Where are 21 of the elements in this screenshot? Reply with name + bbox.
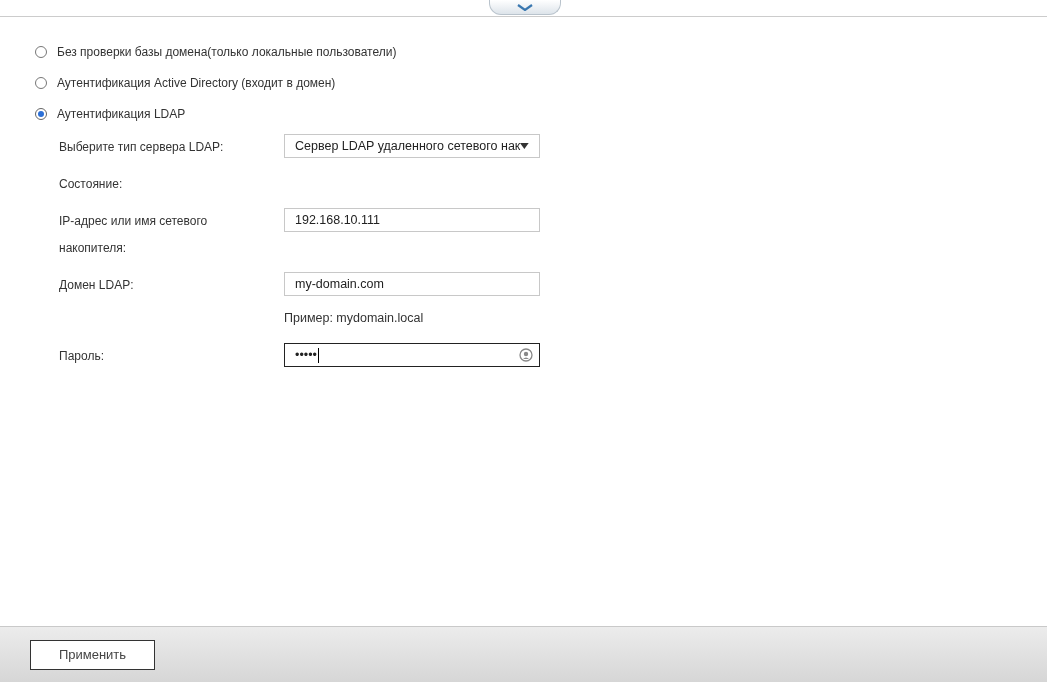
field-label: Пароль: (59, 348, 104, 365)
field-label: IP-адрес или имя сетевого накопителя: (59, 213, 209, 257)
server-type-dropdown[interactable]: Сервер LDAP удаленного сетевого нак (284, 134, 540, 158)
radio-label[interactable]: Без проверки базы домена(только локальные пользователи) (57, 45, 397, 59)
field-label: Состояние: (59, 176, 123, 193)
radio-button[interactable] (35, 46, 47, 58)
radio-button[interactable] (35, 108, 47, 120)
radio-label[interactable]: Аутентификация Active Directory (входит в домен) (57, 76, 336, 90)
password-field[interactable]: ••••• (284, 343, 540, 367)
field-label: Выберите тип сервера LDAP: (59, 139, 224, 156)
radio-label[interactable]: Аутентификация LDAP (57, 107, 186, 121)
collapse-tab[interactable] (488, 0, 561, 15)
hint-text: Пример: mydomain.local (284, 310, 424, 325)
caret-icon (520, 143, 529, 149)
reveal-password-icon[interactable] (519, 348, 533, 362)
field-label: Домен LDAP: (59, 277, 134, 294)
input-field[interactable]: my-domain.com (284, 272, 540, 296)
chevron-down-icon (516, 3, 533, 11)
input-field[interactable]: 192.168.10.111 (284, 208, 540, 232)
radio-button[interactable] (35, 77, 47, 89)
apply-button[interactable]: Применить (30, 639, 155, 670)
